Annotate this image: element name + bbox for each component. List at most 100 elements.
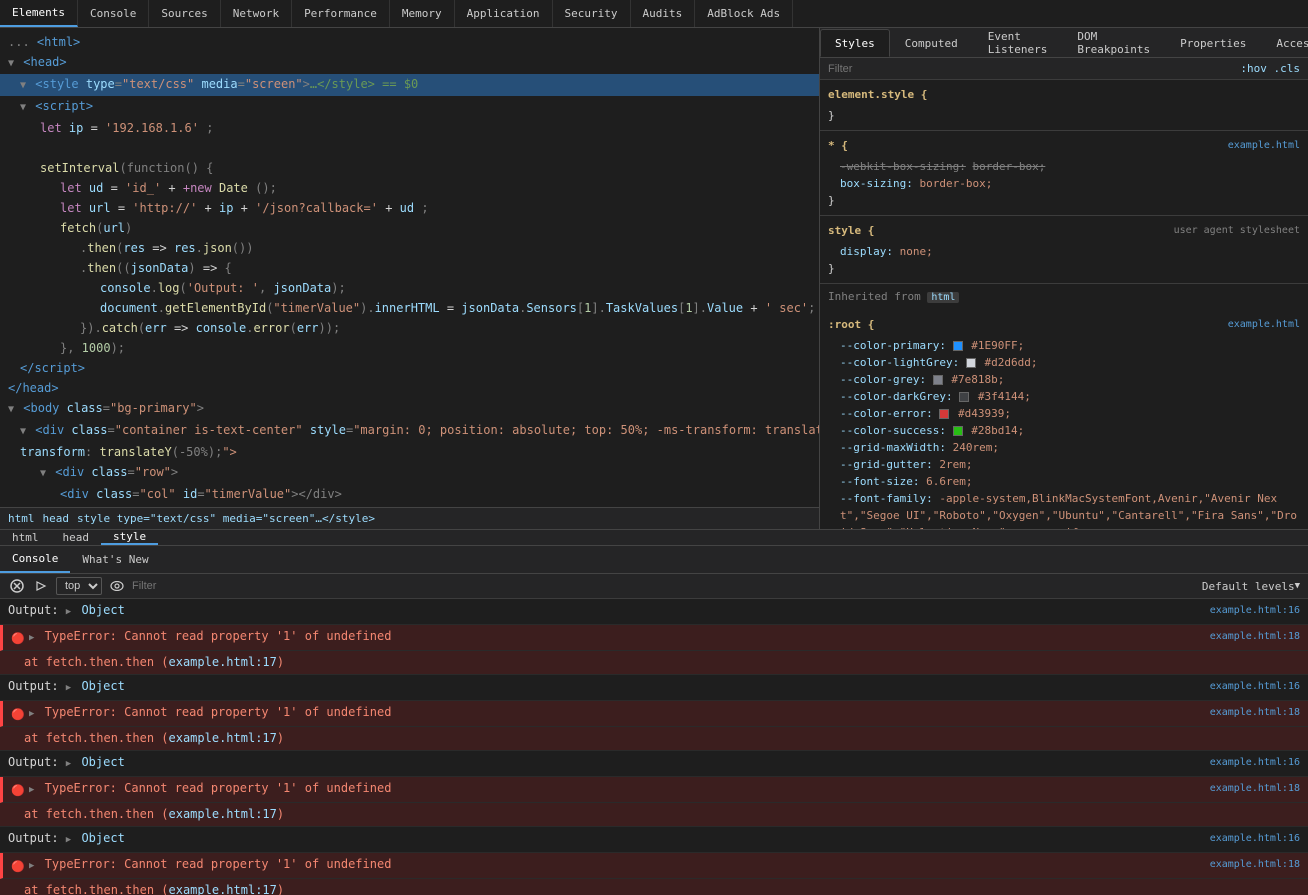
tab-console[interactable]: Console: [78, 0, 149, 27]
error-link-2[interactable]: example.html:17: [169, 731, 277, 745]
expand-body-icon[interactable]: [8, 404, 14, 415]
tab-properties[interactable]: Properties: [1165, 29, 1261, 57]
tab-application[interactable]: Application: [455, 0, 553, 27]
expand-head-icon[interactable]: [8, 58, 14, 69]
dom-content[interactable]: ... <html> <head> <style type="text/css"…: [0, 28, 819, 507]
expand-object-2[interactable]: ▶: [66, 683, 71, 693]
breadcrumb-style[interactable]: style type="text/css" media="screen"…</s…: [77, 512, 375, 525]
eye-icon: [110, 581, 124, 591]
expand-object-3[interactable]: ▶: [66, 759, 71, 769]
console-source-2[interactable]: example.html:16: [1210, 678, 1300, 695]
tab-performance[interactable]: Performance: [292, 0, 390, 27]
dom-line-transform: transform: translateY(-50%);">: [0, 442, 819, 462]
dom-line-div-container[interactable]: <div class="container is-text-center" st…: [0, 420, 819, 442]
tab-html[interactable]: html: [0, 530, 51, 545]
tab-computed[interactable]: Computed: [890, 29, 973, 57]
tab-sources[interactable]: Sources: [149, 0, 220, 27]
eq8: =: [197, 487, 204, 501]
console-error-detail-4: at fetch.then.then (example.html:17): [0, 879, 1308, 895]
equals2: =: [238, 77, 245, 91]
swatch-grey[interactable]: [933, 375, 943, 385]
pause-button[interactable]: [32, 577, 50, 595]
css-source-universal[interactable]: example.html: [1228, 137, 1300, 154]
dom-line-row[interactable]: <div class="row">: [0, 462, 819, 484]
swatch-success[interactable]: [953, 426, 963, 436]
console-filter-input[interactable]: [132, 580, 1196, 592]
error-icon-4: 🔴: [11, 858, 25, 875]
styles-content[interactable]: element.style { } * { example.html -webk…: [820, 80, 1308, 529]
tab-audits[interactable]: Audits: [631, 0, 696, 27]
expand-script-icon[interactable]: [20, 102, 26, 113]
kw-let2: let: [60, 181, 89, 195]
clear-console-button[interactable]: [8, 577, 26, 595]
gt2: >: [171, 465, 178, 479]
tab-style[interactable]: style: [101, 530, 158, 545]
error-link-3[interactable]: example.html:17: [169, 807, 277, 821]
css-source-root[interactable]: example.html: [1228, 316, 1300, 333]
tab-accessibility[interactable]: Accessibility: [1261, 29, 1308, 57]
expand-style-icon[interactable]: [20, 80, 26, 91]
error-link-1[interactable]: example.html:17: [169, 655, 277, 669]
styles-filter-input[interactable]: [828, 63, 1240, 75]
expand-row-icon[interactable]: [40, 468, 46, 479]
top-tab-bar: Elements Console Sources Network Perform…: [0, 0, 1308, 28]
expand-object-1[interactable]: ▶: [66, 607, 71, 617]
tab-head[interactable]: head: [51, 530, 102, 545]
tab-elements[interactable]: Elements: [0, 0, 78, 27]
object-label-4[interactable]: Object: [81, 831, 124, 845]
console-source-4[interactable]: example.html:16: [1210, 830, 1300, 847]
css-source-style[interactable]: user agent stylesheet: [1174, 222, 1300, 239]
expand-object-4[interactable]: ▶: [66, 835, 71, 845]
swatch-darkgrey[interactable]: [959, 392, 969, 402]
swatch-error[interactable]: [939, 409, 949, 419]
swatch-lightgrey[interactable]: [966, 358, 976, 368]
expand-error-3[interactable]: ▶: [29, 785, 34, 795]
context-select[interactable]: top: [56, 577, 102, 595]
console-error-source-1[interactable]: example.html:18: [1210, 628, 1300, 645]
plus3: +: [241, 201, 255, 215]
tab-network[interactable]: Network: [221, 0, 292, 27]
expand-div-icon[interactable]: [20, 426, 26, 437]
levels-dropdown[interactable]: Default levels: [1202, 580, 1300, 593]
dom-line-ellipsis[interactable]: ... <html>: [0, 32, 819, 52]
swatch-primary[interactable]: [953, 341, 963, 351]
error-link-4[interactable]: example.html:17: [169, 883, 277, 895]
object-label-2[interactable]: Object: [81, 679, 124, 693]
var-sensors: Sensors: [526, 301, 577, 315]
dom-line-script[interactable]: <script>: [0, 96, 819, 118]
expand-error-4[interactable]: ▶: [29, 861, 34, 871]
dom-line-body[interactable]: <body class="bg-primary">: [0, 398, 819, 420]
tab-event-listeners[interactable]: Event Listeners: [973, 29, 1063, 57]
bracket2: ].: [591, 301, 605, 315]
dom-line-style[interactable]: <style type="text/css" media="screen">…<…: [0, 74, 819, 96]
prop-innerhtml: innerHTML: [375, 301, 440, 315]
var-err: err: [145, 321, 167, 335]
tab-security[interactable]: Security: [553, 0, 631, 27]
tab-adblock[interactable]: AdBlock Ads: [695, 0, 793, 27]
tab-memory[interactable]: Memory: [390, 0, 455, 27]
dom-line-head[interactable]: <head>: [0, 52, 819, 74]
console-source-1[interactable]: example.html:16: [1210, 602, 1300, 619]
attr-media-name: media: [201, 77, 237, 91]
console-tab-console[interactable]: Console: [0, 546, 70, 573]
expand-error-2[interactable]: ▶: [29, 709, 34, 719]
console-error-source-2[interactable]: example.html:18: [1210, 704, 1300, 721]
console-error-source-3[interactable]: example.html:18: [1210, 780, 1300, 797]
console-content[interactable]: Output: ▶ Object example.html:16 🔴 ▶ Typ…: [0, 599, 1308, 895]
expand-error-1[interactable]: ▶: [29, 633, 34, 643]
tab-styles[interactable]: Styles: [820, 29, 890, 57]
plus5: +: [743, 301, 765, 315]
console-error-source-4[interactable]: example.html:18: [1210, 856, 1300, 873]
tab-dom-breakpoints[interactable]: DOM Breakpoints: [1062, 29, 1165, 57]
eq4: =: [108, 423, 115, 437]
breadcrumb-html[interactable]: html: [8, 512, 35, 525]
console-tab-whatsnew[interactable]: What's New: [70, 546, 160, 573]
object-label-3[interactable]: Object: [81, 755, 124, 769]
eye-button[interactable]: [108, 577, 126, 595]
console-output-text-2: Output: ▶ Object: [8, 678, 1210, 697]
bottom-tab-strip: html head style: [0, 529, 1308, 545]
console-source-3[interactable]: example.html:16: [1210, 754, 1300, 771]
prop-color-error: --color-error:: [840, 407, 933, 420]
breadcrumb-head[interactable]: head: [43, 512, 70, 525]
object-label-1[interactable]: Object: [81, 603, 124, 617]
